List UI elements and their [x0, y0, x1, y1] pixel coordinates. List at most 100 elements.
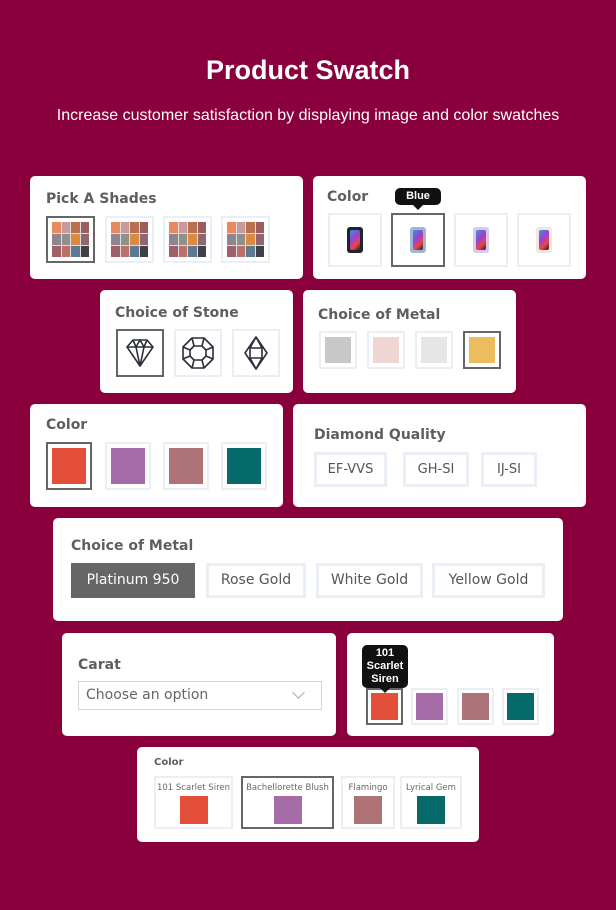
labeled-color-option[interactable]: Bachellorette Blush: [241, 776, 334, 829]
palette-thumbnail: [111, 222, 148, 257]
palette-cell: [111, 246, 120, 257]
palette-cell: [52, 234, 61, 245]
palette-cell: [188, 234, 197, 245]
phone-image: [347, 227, 363, 253]
palette-cell: [169, 246, 178, 257]
color-option[interactable]: [457, 688, 494, 725]
metal-option[interactable]: Rose Gold: [206, 563, 306, 598]
palette-cell: [139, 234, 148, 245]
stone-label: Choice of Stone: [115, 305, 239, 321]
palette-cell: [139, 222, 148, 233]
palette-cell: [246, 222, 255, 233]
swatch-fill: [371, 693, 398, 720]
phone-tooltip: Blue: [395, 188, 441, 210]
swatch-fill: [416, 693, 443, 720]
diamond-quality-option[interactable]: GH-SI: [403, 452, 469, 487]
carat-card: Carat Choose an option: [62, 633, 336, 736]
phone-color-option[interactable]: [391, 213, 445, 267]
carat-label: Carat: [78, 657, 121, 673]
color-option[interactable]: [411, 688, 448, 725]
phone-color-option[interactable]: [454, 213, 508, 267]
shade-palette-option[interactable]: [105, 216, 154, 263]
palette-cell: [178, 222, 187, 233]
palette-cell: [80, 246, 89, 257]
phone-image: [473, 227, 489, 253]
swatch-fill: [169, 448, 203, 484]
swatch-fill: [421, 337, 447, 363]
diamond-quality-option[interactable]: EF-VVS: [314, 452, 387, 487]
metal-option[interactable]: Platinum 950: [71, 563, 195, 598]
palette-cell: [111, 234, 120, 245]
metal-color-option[interactable]: [367, 331, 405, 369]
labeled-color-option[interactable]: Lyrical Gem: [400, 776, 462, 829]
palette-cell: [80, 234, 89, 245]
palette-cell: [169, 234, 178, 245]
color-name: 101 Scarlet Siren: [156, 783, 230, 793]
stone-option-octagon[interactable]: [174, 329, 222, 377]
tooltip-color-card: 101 Scarlet Siren: [347, 633, 554, 736]
phone-color-option[interactable]: [517, 213, 571, 267]
palette-thumbnail: [52, 222, 89, 257]
color-option[interactable]: [163, 442, 209, 490]
phone-color-card: Color Blue: [313, 176, 586, 279]
palette-cell: [188, 222, 197, 233]
phone-image: [410, 227, 426, 253]
palette-cell: [197, 246, 206, 257]
page-title: Product Swatch: [205, 55, 411, 85]
swatch-fill: [469, 337, 495, 363]
scarlet-siren-tooltip: 101 Scarlet Siren: [362, 645, 408, 693]
shade-palette-option[interactable]: [221, 216, 270, 263]
metal-option[interactable]: White Gold: [316, 563, 423, 598]
carat-select[interactable]: Choose an option: [78, 681, 322, 710]
labeled-color-label: Color: [154, 757, 184, 768]
metal-option[interactable]: Yellow Gold: [432, 563, 545, 598]
swatch-fill: [52, 448, 86, 484]
color-option[interactable]: [46, 442, 92, 490]
shade-palette-option[interactable]: [46, 216, 95, 263]
palette-cell: [236, 246, 245, 257]
swatch-fill: [179, 796, 208, 824]
chevron-down-icon: [292, 686, 305, 699]
diamond-icon: [126, 339, 154, 367]
metal-color-option[interactable]: [319, 331, 357, 369]
swatch-fill: [111, 448, 145, 484]
palette-cell: [61, 234, 70, 245]
phone-color-option[interactable]: [328, 213, 382, 267]
metal-color-option[interactable]: [463, 331, 501, 369]
palette-cell: [178, 234, 187, 245]
color-option[interactable]: [366, 688, 403, 725]
color-name: Bachellorette Blush: [246, 783, 329, 793]
color-option[interactable]: [502, 688, 539, 725]
color-card: Color: [30, 404, 283, 507]
swatch-fill: [227, 448, 261, 484]
palette-cell: [130, 246, 139, 257]
metal-color-option[interactable]: [415, 331, 453, 369]
shades-label: Pick A Shades: [46, 191, 157, 207]
labeled-color-option[interactable]: Flamingo: [341, 776, 395, 829]
shade-palette-option[interactable]: [163, 216, 212, 263]
labeled-color-option[interactable]: 101 Scarlet Siren: [154, 776, 233, 829]
color-option[interactable]: [105, 442, 151, 490]
stone-option-diamond[interactable]: [116, 329, 164, 377]
palette-cell: [120, 222, 129, 233]
color-name: Lyrical Gem: [406, 783, 456, 793]
swatch-fill: [373, 337, 399, 363]
shades-card: Pick A Shades: [30, 176, 303, 279]
bipyramid-gem-icon: [244, 336, 268, 370]
palette-cell: [169, 222, 178, 233]
palette-cell: [255, 222, 264, 233]
diamond-quality-label: Diamond Quality: [314, 427, 446, 443]
color-label: Color: [46, 417, 88, 433]
palette-cell: [120, 234, 129, 245]
diamond-quality-option[interactable]: IJ-SI: [481, 452, 537, 487]
palette-cell: [255, 234, 264, 245]
stone-card: Choice of Stone: [100, 290, 293, 393]
palette-cell: [197, 234, 206, 245]
color-option[interactable]: [221, 442, 267, 490]
swatch-fill: [273, 796, 302, 824]
palette-cell: [139, 246, 148, 257]
stone-option-bipyramid[interactable]: [232, 329, 280, 377]
swatch-fill: [507, 693, 534, 720]
palette-cell: [130, 222, 139, 233]
palette-cell: [246, 234, 255, 245]
